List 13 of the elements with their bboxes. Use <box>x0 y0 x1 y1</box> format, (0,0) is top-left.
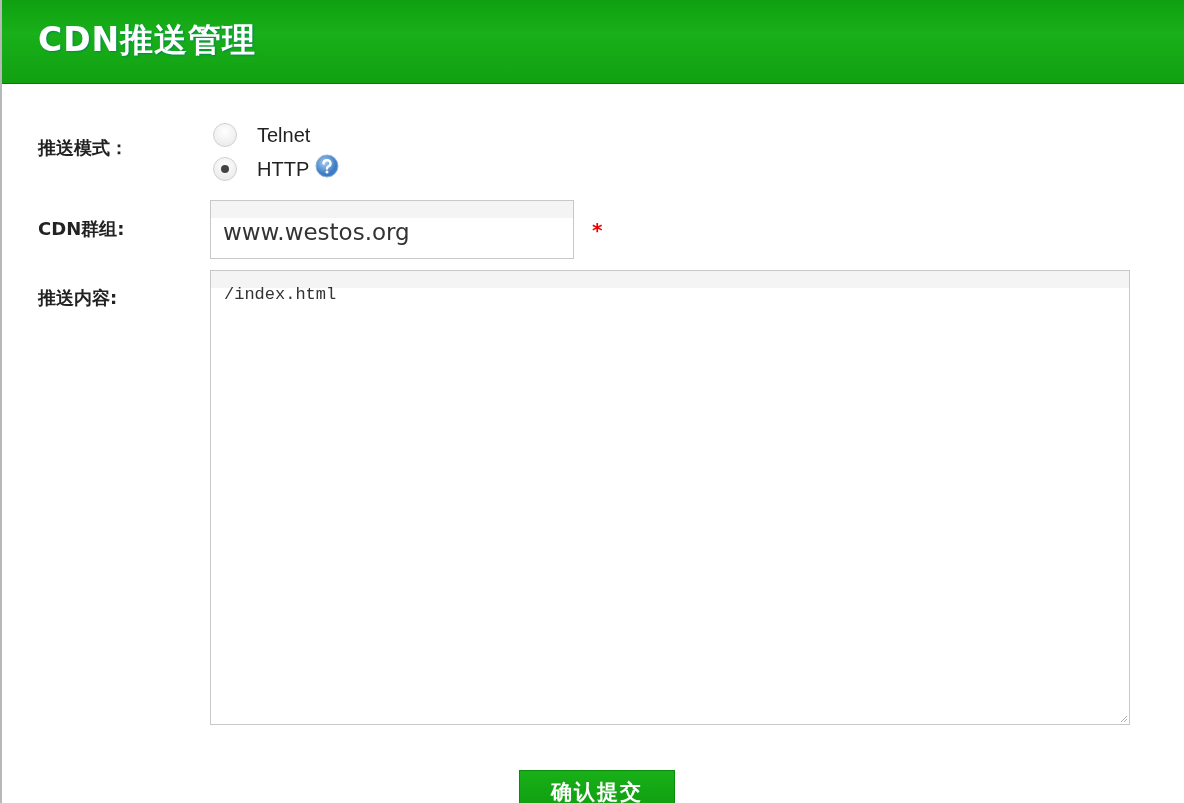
help-icon[interactable] <box>315 154 340 178</box>
radio-label: Telnet <box>257 123 311 147</box>
radio-button[interactable] <box>213 157 237 181</box>
field-label: CDN群组: <box>38 217 125 241</box>
radio-label: HTTP <box>257 157 310 181</box>
field-label: 推送模式： <box>38 136 128 160</box>
text-area[interactable]: /index.html <box>210 270 1130 725</box>
input-field[interactable]: www.westos.org <box>210 200 574 259</box>
radio-button[interactable] <box>213 123 237 147</box>
field-label: 推送内容: <box>38 286 118 310</box>
resize-grip-icon[interactable] <box>1118 713 1128 723</box>
page-title: CDN推送管理 <box>38 19 257 61</box>
required-mark: * <box>592 218 603 242</box>
